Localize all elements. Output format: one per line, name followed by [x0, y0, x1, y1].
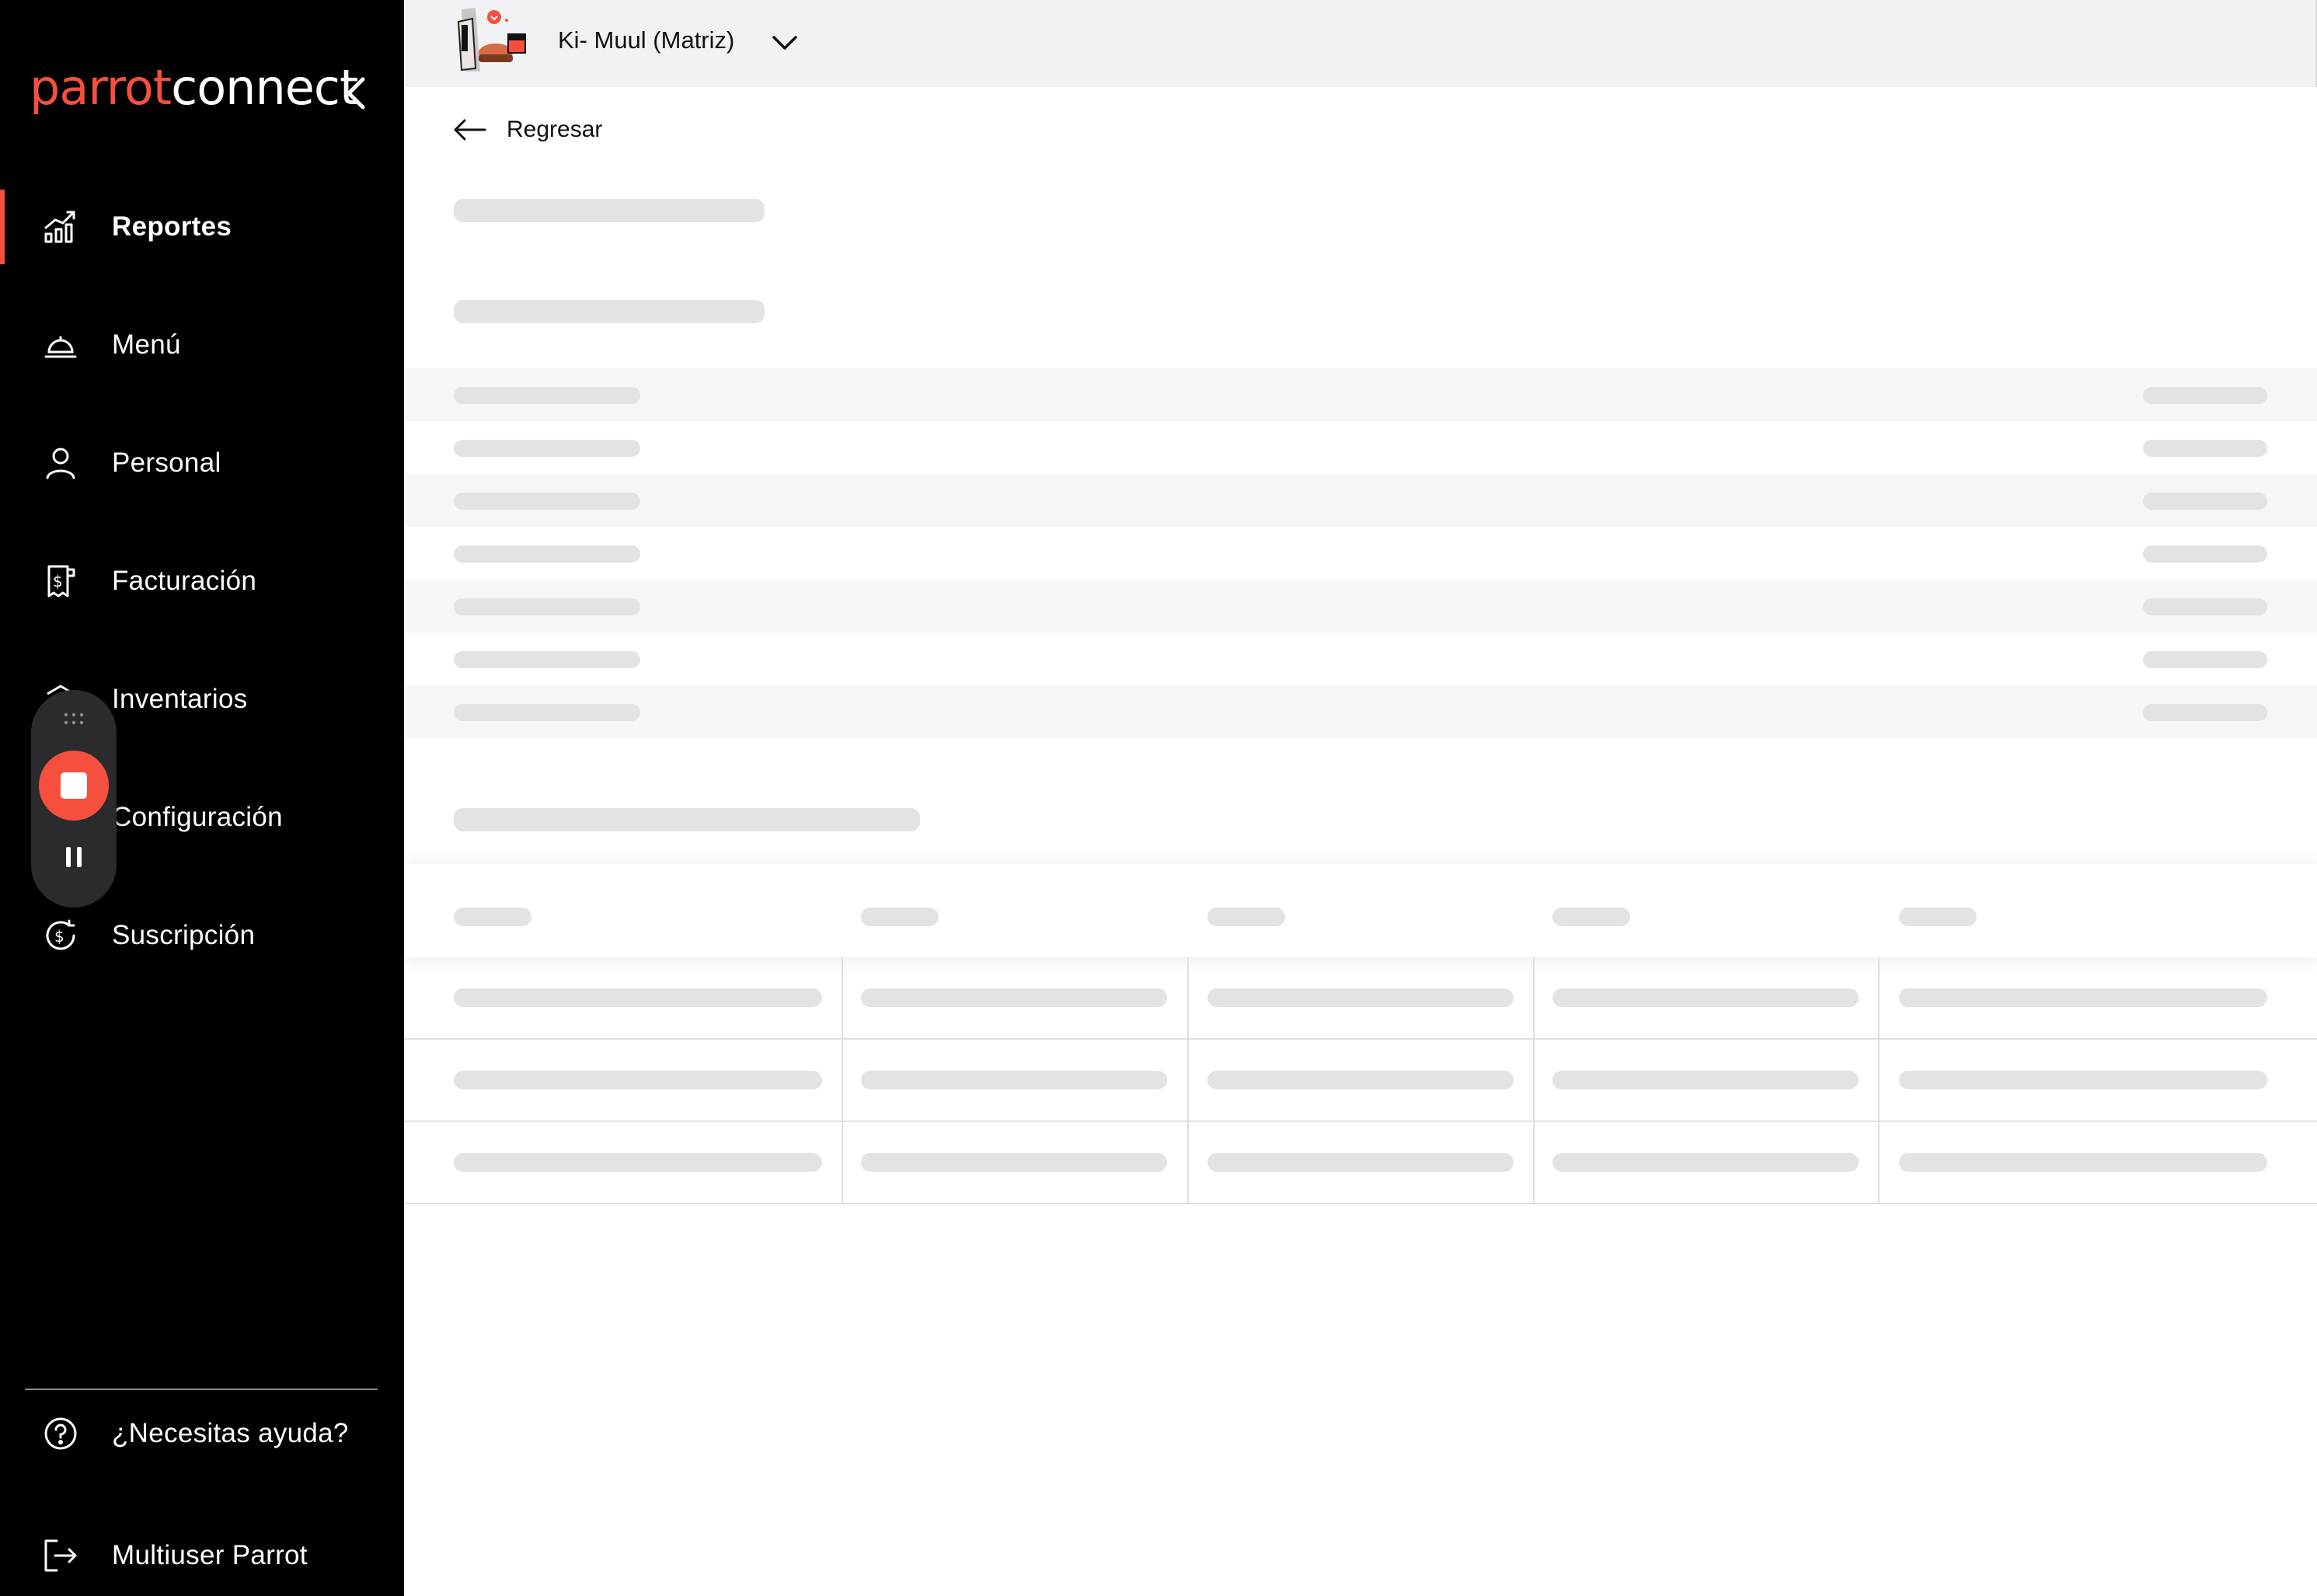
cloche-icon — [40, 325, 81, 365]
skeleton-title — [454, 199, 765, 222]
pause-recording-button[interactable] — [58, 838, 89, 876]
user-logout-item[interactable]: Multiuser Parrot — [0, 1517, 404, 1594]
branch-logo-image[interactable] — [452, 6, 530, 71]
skeleton-cell — [2143, 387, 2267, 404]
skeleton-cell — [454, 545, 640, 563]
drag-handle-icon[interactable] — [62, 712, 85, 726]
skeleton-cell — [1899, 1153, 2267, 1172]
sidebar-item-label: Menú — [112, 329, 181, 360]
skeleton-cell — [2143, 493, 2267, 510]
back-button[interactable]: Regresar — [452, 110, 602, 149]
sidebar-item-reportes[interactable]: Reportes — [0, 188, 404, 266]
sidebar-divider — [25, 1389, 378, 1390]
skeleton-header-cell — [454, 908, 531, 926]
collapse-sidebar-button[interactable] — [339, 75, 373, 112]
skeleton-cell — [1207, 1153, 1514, 1172]
skeleton-cell — [861, 1153, 1167, 1172]
svg-text:$: $ — [54, 927, 64, 946]
skeleton-row-stripe — [404, 474, 2317, 527]
skeleton-cell — [1899, 988, 2267, 1007]
subscription-icon: $ — [40, 915, 81, 956]
skeleton-cell — [2143, 545, 2267, 563]
table-row-divider — [404, 1203, 2317, 1204]
stop-icon — [61, 772, 87, 799]
sidebar-item-suscripcion[interactable]: $ Suscripción — [0, 897, 404, 974]
sidebar-item-label: Personal — [112, 448, 221, 478]
skeleton-cell — [1552, 988, 1859, 1007]
back-label: Regresar — [507, 117, 603, 142]
app-root: parrotconnect Reportes Menú Personal $ F… — [0, 0, 2317, 1596]
chart-icon — [40, 207, 81, 247]
pause-icon-bar — [66, 847, 71, 867]
table-row-divider — [404, 1038, 2317, 1040]
skeleton-cell — [2143, 598, 2267, 615]
table-row-divider — [404, 1120, 2317, 1122]
table-column-divider — [1533, 957, 1535, 1203]
branch-name[interactable]: Ki- Muul (Matriz) — [558, 26, 734, 54]
user-name-label: Multiuser Parrot — [112, 1540, 308, 1570]
skeleton-cell — [1207, 1071, 1514, 1089]
skeleton-section-title — [454, 808, 920, 831]
skeleton-header-cell — [1552, 908, 1630, 926]
help-label: ¿Necesitas ayuda? — [112, 1418, 349, 1448]
skeleton-row-stripe — [404, 580, 2317, 632]
screen-recorder-widget — [31, 690, 117, 908]
table-column-divider — [1187, 957, 1189, 1203]
skeleton-cell — [2143, 440, 2267, 457]
sidebar-item-label: Reportes — [112, 211, 232, 242]
chevron-left-icon — [347, 77, 365, 110]
sidebar-item-label: Configuración — [112, 802, 283, 832]
pause-icon-bar — [77, 847, 82, 867]
sidebar-item-label: Facturación — [112, 566, 257, 596]
parrot-connect-logo[interactable]: parrotconnect — [30, 59, 358, 116]
skeleton-header-cell — [861, 908, 939, 926]
skeleton-header-cell — [1207, 908, 1285, 926]
skeleton-row-stripe — [404, 685, 2317, 738]
person-icon — [40, 443, 81, 483]
top-bar: Ki- Muul (Matriz) — [404, 0, 2317, 87]
skeleton-cell — [454, 387, 640, 404]
logout-icon — [40, 1535, 81, 1576]
help-circle-icon — [40, 1413, 81, 1454]
invoice-icon: $ — [40, 561, 81, 601]
skeleton-cell — [2143, 704, 2267, 721]
sidebar-item-facturacion[interactable]: $ Facturación — [0, 542, 404, 620]
skeleton-cell — [454, 598, 640, 615]
skeleton-cell — [2143, 651, 2267, 668]
skeleton-cell — [1552, 1071, 1859, 1089]
arrow-left-icon — [454, 119, 486, 141]
skeleton-cell — [454, 440, 640, 457]
chevron-down-icon — [772, 36, 797, 50]
sidebar-item-menu[interactable]: Menú — [0, 306, 404, 384]
sidebar-item-personal[interactable]: Personal — [0, 424, 404, 502]
skeleton-cell — [454, 493, 640, 510]
sidebar-item-label: Inventarios — [112, 684, 248, 714]
table-column-divider — [1878, 957, 1880, 1203]
skeleton-cell — [454, 1153, 822, 1172]
skeleton-header-cell — [1899, 908, 1977, 926]
stop-recording-button[interactable] — [39, 751, 109, 821]
skeleton-row-stripe — [404, 368, 2317, 421]
skeleton-cell — [861, 1071, 1167, 1089]
skeleton-cell — [861, 988, 1167, 1007]
skeleton-cell — [1552, 1153, 1859, 1172]
logo-parrot-text: parrot — [30, 59, 172, 116]
help-link[interactable]: ¿Necesitas ayuda? — [0, 1395, 404, 1472]
skeleton-subtitle — [454, 300, 765, 323]
main-content: Regresar — [404, 87, 2317, 1596]
skeleton-cell — [454, 704, 640, 721]
skeleton-cell — [454, 1071, 822, 1089]
skeleton-table-header — [404, 864, 2317, 957]
sidebar-item-label: Suscripción — [112, 920, 256, 950]
skeleton-cell — [1899, 1071, 2267, 1089]
logo-connect-text: connect — [171, 59, 358, 116]
branch-dropdown-button[interactable] — [769, 30, 800, 56]
skeleton-cell — [454, 988, 822, 1007]
table-column-divider — [841, 957, 843, 1203]
skeleton-cell — [454, 651, 640, 668]
skeleton-cell — [1207, 988, 1514, 1007]
svg-text:$: $ — [53, 572, 63, 591]
